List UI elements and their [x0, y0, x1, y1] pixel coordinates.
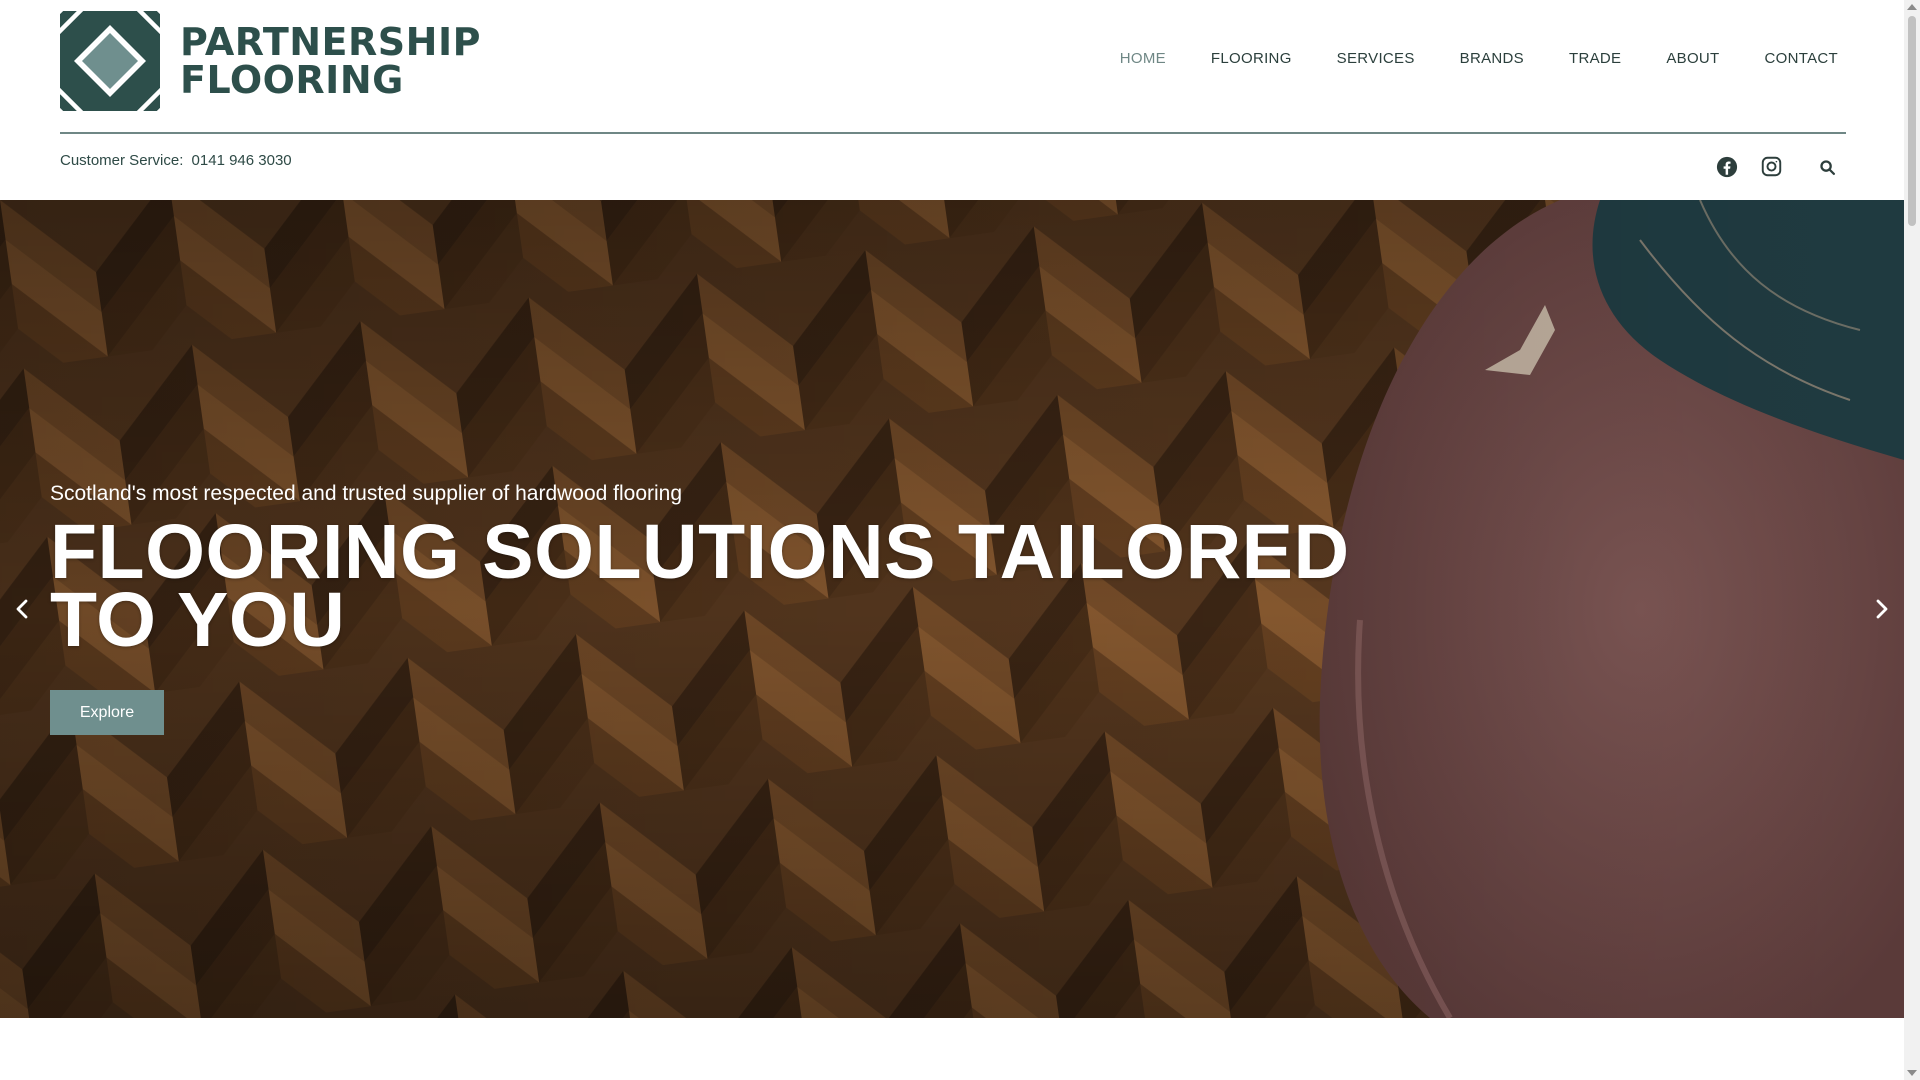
slider-prev-button[interactable] [8, 595, 36, 623]
site-header: PARTNERSHIP FLOORING HOME FLOORING SERVI… [0, 0, 1904, 200]
nav-item-contact[interactable]: CONTACT [1765, 50, 1838, 67]
nav-item-brands[interactable]: BRANDS [1460, 50, 1524, 67]
hero-slider: Scotland's most respected and trusted su… [0, 200, 1904, 1018]
nav-item-home[interactable]: HOME [1120, 50, 1166, 67]
site-logo[interactable]: PARTNERSHIP FLOORING [60, 11, 481, 111]
nav-item-about[interactable]: ABOUT [1666, 50, 1719, 67]
hero-subtitle: Scotland's most respected and trusted su… [50, 482, 683, 505]
nav-item-flooring[interactable]: FLOORING [1211, 50, 1292, 67]
nav-item-trade[interactable]: TRADE [1569, 50, 1621, 67]
logo-mark-icon [60, 11, 160, 111]
customer-service-label: Customer Service: [60, 152, 184, 169]
header-divider [60, 132, 1846, 134]
instagram-icon[interactable] [1761, 156, 1782, 177]
scroll-down-arrow-icon[interactable] [1907, 1070, 1917, 1076]
logo-text-line2: FLOORING [180, 58, 404, 102]
logo-text-line1: PARTNERSHIP [180, 20, 481, 64]
chevron-left-icon [16, 599, 28, 619]
nav-item-services[interactable]: SERVICES [1337, 50, 1415, 67]
search-icon[interactable] [1819, 159, 1836, 176]
page-scrollbar[interactable] [1904, 0, 1920, 1080]
main-nav: HOME FLOORING SERVICES BRANDS TRADE ABOU… [1075, 50, 1838, 67]
scroll-up-arrow-icon[interactable] [1907, 4, 1917, 10]
chevron-right-icon [1876, 599, 1888, 619]
customer-service-line: Customer Service: 0141 946 3030 [60, 152, 292, 169]
logo-wordmark: PARTNERSHIP FLOORING [180, 23, 481, 99]
slider-next-button[interactable] [1868, 595, 1896, 623]
facebook-icon[interactable] [1716, 156, 1738, 178]
customer-service-phone[interactable]: 0141 946 3030 [192, 152, 292, 169]
hero-title: FLOORING SOLUTIONS TAILORED TO YOU [50, 509, 1350, 663]
explore-button[interactable]: Explore [50, 690, 164, 735]
scroll-thumb[interactable] [1908, 16, 1916, 226]
